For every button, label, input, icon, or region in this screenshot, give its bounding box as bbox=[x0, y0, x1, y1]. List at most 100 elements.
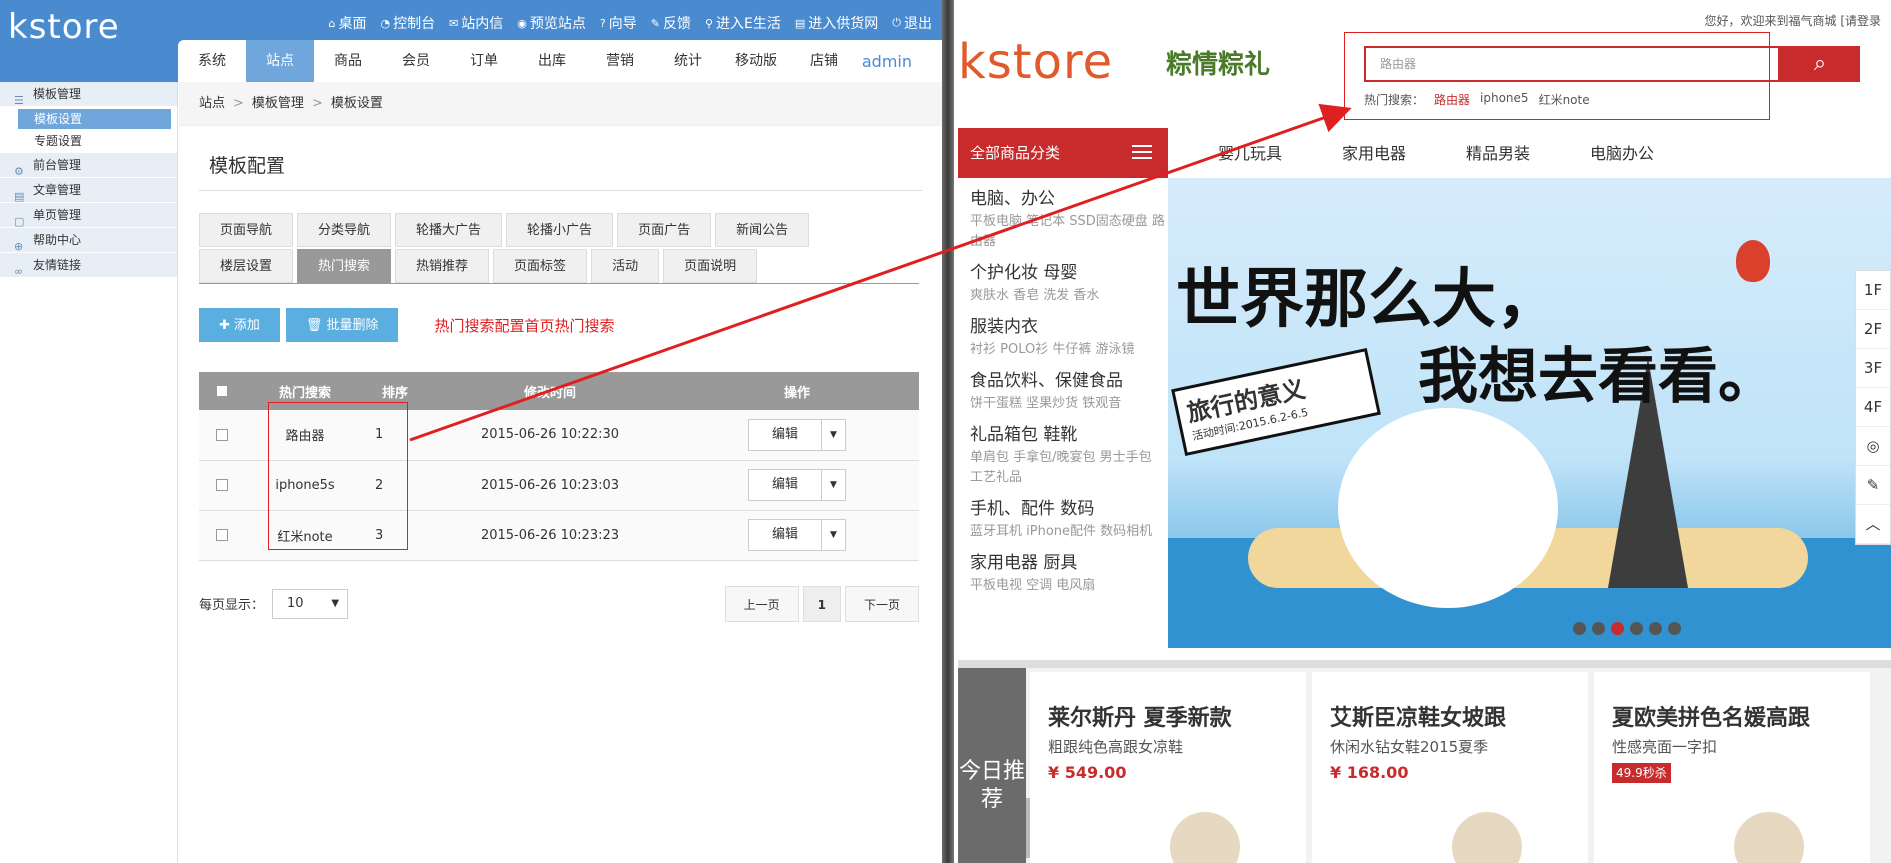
carousel-dot[interactable] bbox=[1649, 622, 1662, 635]
promo-banner[interactable]: 世界那么大， 我想去看看。 旅行的意义 活动时间:2015.6.2-6.5 bbox=[1168, 178, 1891, 648]
page-size-select[interactable]: 10 ▼ bbox=[272, 588, 349, 619]
edit-button[interactable]: 编辑 bbox=[749, 470, 821, 500]
row-checkbox[interactable] bbox=[216, 529, 228, 541]
edit-button[interactable]: 编辑 bbox=[749, 520, 821, 550]
carousel-dot[interactable] bbox=[1592, 622, 1605, 635]
floor-link[interactable]: 2F bbox=[1856, 310, 1890, 349]
batch-delete-button[interactable]: 🗑 批量删除 bbox=[285, 308, 399, 342]
tab[interactable]: 活动 bbox=[591, 249, 660, 283]
sidebar-group[interactable]: ▤ 文章管理 bbox=[0, 178, 177, 203]
category-sub[interactable]: 饼干蛋糕 坚果炒货 铁观音 bbox=[970, 394, 1168, 414]
select-all-checkbox[interactable] bbox=[216, 385, 228, 397]
top-nav-item[interactable]: 婴儿玩具 bbox=[1218, 140, 1282, 164]
floor-link[interactable]: 4F bbox=[1856, 388, 1890, 427]
sidebar-group[interactable]: ∞ 友情链接 bbox=[0, 253, 177, 278]
add-button[interactable]: ✚ 添加 bbox=[199, 308, 280, 342]
current-page-button[interactable]: 1 bbox=[802, 585, 841, 622]
all-categories-header[interactable]: 全部商品分类 bbox=[958, 128, 1168, 178]
tab[interactable]: 热销推荐 bbox=[395, 249, 490, 283]
product-card[interactable]: 夏欧美拼色名媛高跟 性感亮面一字扣 49.9秒杀 bbox=[1594, 672, 1870, 863]
category-sub[interactable]: 单肩包 手拿包/晚宴包 男士手包 工艺礼品 bbox=[970, 448, 1168, 488]
nav-item[interactable]: 统计 bbox=[654, 40, 722, 82]
nav-item[interactable]: 会员 bbox=[382, 40, 450, 82]
category-sub[interactable]: 平板电脑 笔记本 SSD固态硬盘 路由器 bbox=[970, 212, 1168, 252]
category-sub[interactable]: 衬衫 POLO衫 牛仔裤 游泳镜 bbox=[970, 340, 1168, 360]
row-checkbox[interactable] bbox=[216, 479, 228, 491]
select-all-header[interactable] bbox=[199, 372, 245, 410]
edit-button[interactable]: 编辑 bbox=[749, 420, 821, 450]
sidebar-group[interactable]: ⊕ 帮助中心 bbox=[0, 228, 177, 253]
row-checkbox[interactable] bbox=[216, 428, 228, 441]
nav-item[interactable]: 系统 bbox=[178, 40, 246, 82]
product-card[interactable]: 莱尔斯丹 夏季新款 粗跟纯色高跟女凉鞋 ¥ 549.00 bbox=[1030, 672, 1306, 863]
sidebar-group[interactable]: ▢ 单页管理 bbox=[0, 203, 177, 228]
carousel-dot[interactable] bbox=[1611, 622, 1624, 635]
floor-link[interactable]: 3F bbox=[1856, 349, 1890, 388]
feedback-icon[interactable]: ✎ bbox=[1856, 466, 1890, 505]
top-link[interactable]: ⌂ 桌面 bbox=[328, 13, 366, 33]
store-logo[interactable]: kstore bbox=[958, 38, 1113, 86]
nav-item[interactable]: 商品 bbox=[314, 40, 382, 82]
tab[interactable]: 热门搜索 bbox=[297, 249, 392, 283]
prev-page-button[interactable]: 上一页 bbox=[724, 585, 799, 622]
tab[interactable]: 楼层设置 bbox=[199, 249, 294, 283]
top-link[interactable]: ⏻ 退出 bbox=[892, 13, 932, 33]
dropdown-caret-icon[interactable]: ▼ bbox=[821, 520, 845, 550]
nav-item[interactable]: 出库 bbox=[518, 40, 586, 82]
category-main[interactable]: 家用电器 厨具 bbox=[970, 550, 1168, 576]
product-card[interactable]: 艾斯臣凉鞋女坡跟 休闲水钻女鞋2015夏季 ¥ 168.00 bbox=[1312, 672, 1588, 863]
category-sub[interactable]: 平板电视 空调 电风扇 bbox=[970, 576, 1168, 596]
nav-item[interactable]: 移动版 bbox=[722, 40, 790, 82]
row-select-cell[interactable] bbox=[199, 410, 245, 461]
category-main[interactable]: 个护化妆 母婴 bbox=[970, 260, 1168, 286]
tab[interactable]: 轮播大广告 bbox=[395, 213, 503, 247]
sidebar-item[interactable]: 模板设置 bbox=[18, 109, 171, 129]
window-divider[interactable] bbox=[942, 0, 954, 863]
service-icon[interactable]: ◎ bbox=[1856, 427, 1890, 466]
carousel-dot[interactable] bbox=[1573, 622, 1586, 635]
nav-item[interactable]: 订单 bbox=[450, 40, 518, 82]
top-link[interactable]: ⚲ 进入E生活 bbox=[705, 13, 781, 33]
next-page-button[interactable]: 下一页 bbox=[844, 585, 919, 622]
tab[interactable]: 页面导航 bbox=[199, 213, 294, 247]
promo-brand-logo[interactable]: 粽情粽礼 bbox=[1166, 44, 1270, 81]
top-link[interactable]: ◉ 预览站点 bbox=[517, 13, 586, 33]
tab[interactable]: 轮播小广告 bbox=[506, 213, 614, 247]
sidebar-item[interactable]: 专题设置 bbox=[0, 129, 177, 153]
breadcrumb-item[interactable]: 模板管理 bbox=[252, 96, 304, 111]
tab[interactable]: 分类导航 bbox=[297, 213, 392, 247]
tab[interactable]: 页面标签 bbox=[493, 249, 588, 283]
row-select-cell[interactable] bbox=[199, 510, 245, 561]
top-link[interactable]: ? 向导 bbox=[600, 13, 637, 33]
category-sub[interactable]: 爽肤水 香皂 洗发 香水 bbox=[970, 286, 1168, 306]
top-nav-item[interactable]: 家用电器 bbox=[1342, 140, 1406, 164]
sidebar-group[interactable]: ⚙ 前台管理 bbox=[0, 153, 177, 178]
category-main[interactable]: 食品饮料、保健食品 bbox=[970, 368, 1168, 394]
tab[interactable]: 新闻公告 bbox=[715, 213, 810, 247]
category-main[interactable]: 服装内衣 bbox=[970, 314, 1168, 340]
carousel-dot[interactable] bbox=[1630, 622, 1643, 635]
admin-user-name[interactable]: admin bbox=[862, 52, 912, 71]
nav-item[interactable]: 营销 bbox=[586, 40, 654, 82]
category-main[interactable]: 手机、配件 数码 bbox=[970, 496, 1168, 522]
sidebar-group[interactable]: ☰ 模板管理 bbox=[0, 82, 177, 107]
row-select-cell[interactable] bbox=[199, 460, 245, 511]
top-link[interactable]: ✎ 反馈 bbox=[651, 13, 691, 33]
nav-item[interactable]: 站点 bbox=[246, 40, 314, 82]
tab[interactable]: 页面广告 bbox=[617, 213, 712, 247]
floor-link[interactable]: 1F bbox=[1856, 271, 1890, 310]
category-sub[interactable]: 蓝牙耳机 iPhone配件 数码相机 bbox=[970, 522, 1168, 542]
category-main[interactable]: 电脑、办公 bbox=[970, 186, 1168, 212]
breadcrumb-item[interactable]: 站点 bbox=[199, 96, 225, 111]
top-link[interactable]: ✉ 站内信 bbox=[449, 13, 503, 33]
category-main[interactable]: 礼品箱包 鞋靴 bbox=[970, 422, 1168, 448]
nav-item[interactable]: 店铺 bbox=[790, 40, 858, 82]
dropdown-caret-icon[interactable]: ▼ bbox=[821, 419, 845, 450]
top-nav-item[interactable]: 精品男装 bbox=[1466, 140, 1530, 164]
carousel-dot[interactable] bbox=[1668, 622, 1681, 635]
top-nav-item[interactable]: 电脑办公 bbox=[1590, 140, 1654, 164]
search-button[interactable]: ⌕ bbox=[1780, 46, 1860, 82]
top-link[interactable]: ◔ 控制台 bbox=[380, 13, 435, 33]
back-to-top-icon[interactable]: ︿ bbox=[1856, 505, 1890, 544]
dropdown-caret-icon[interactable]: ▼ bbox=[821, 470, 845, 500]
